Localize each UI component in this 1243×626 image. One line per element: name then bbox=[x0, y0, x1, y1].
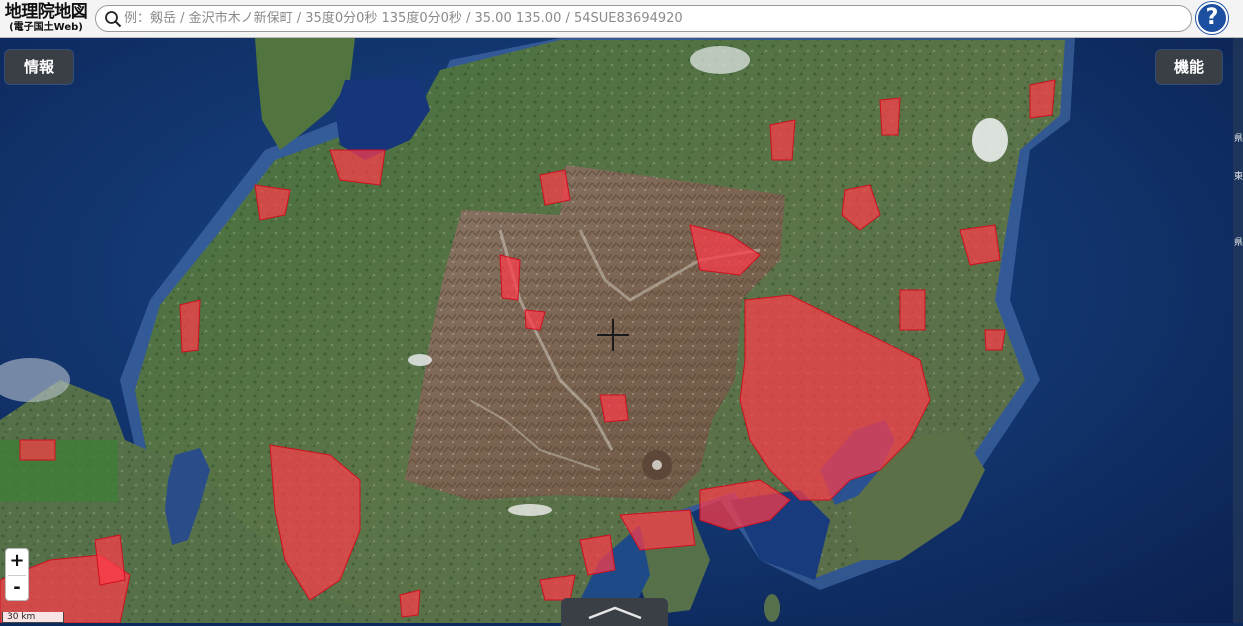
urban-kofu bbox=[599, 394, 629, 423]
cloud bbox=[408, 354, 432, 366]
edge-label: 東 bbox=[1234, 172, 1243, 182]
logo-subtitle: (電子国土Web) bbox=[9, 22, 83, 33]
urban-kanazawa bbox=[254, 184, 291, 221]
urban-kyoto bbox=[94, 534, 126, 586]
zoom-in-button[interactable]: + bbox=[6, 549, 28, 574]
urban-kashima bbox=[984, 329, 1006, 351]
help-button[interactable]: ? bbox=[1196, 2, 1228, 34]
right-edge-strip: 県 東 県 bbox=[1233, 38, 1243, 623]
satellite-imagery bbox=[0, 0, 1243, 623]
edge-label: 県 bbox=[1234, 238, 1243, 248]
urban-fujieda bbox=[539, 574, 576, 601]
zoom-out-button[interactable]: - bbox=[6, 576, 28, 601]
urban-takaoka bbox=[179, 299, 201, 353]
zoom-control: + - bbox=[5, 548, 29, 601]
search-icon bbox=[104, 10, 122, 28]
edge-label: 県 bbox=[1234, 134, 1243, 144]
map-view[interactable] bbox=[0, 0, 1243, 623]
urban-nagano bbox=[539, 169, 571, 206]
info-button[interactable]: 情報 bbox=[5, 50, 73, 84]
island bbox=[764, 594, 780, 622]
scale-bar: 30 km bbox=[2, 612, 64, 623]
urban-fukui bbox=[19, 439, 56, 461]
chevron-up-icon bbox=[588, 606, 642, 620]
logo-title: 地理院地図 bbox=[4, 2, 88, 22]
urban-hamamatsu bbox=[399, 589, 421, 618]
search-input[interactable] bbox=[124, 8, 1174, 29]
search-box[interactable] bbox=[95, 5, 1192, 32]
app-logo[interactable]: 地理院地図 (電子国土Web) bbox=[2, 2, 90, 34]
urban-matsumoto bbox=[499, 254, 521, 301]
urban-tsukuba bbox=[899, 289, 926, 331]
cloud bbox=[972, 118, 1008, 162]
imagery-tile bbox=[0, 440, 118, 502]
header-bar: 地理院地図 (電子国土Web) ? bbox=[0, 0, 1243, 38]
urban-iwaki bbox=[1029, 79, 1056, 119]
urban-aizu bbox=[769, 119, 796, 161]
urban-koriyama bbox=[879, 97, 901, 136]
cloud bbox=[690, 46, 750, 74]
bottom-panel-toggle[interactable] bbox=[561, 598, 668, 626]
cloud bbox=[508, 504, 552, 516]
features-button[interactable]: 機能 bbox=[1156, 50, 1222, 84]
